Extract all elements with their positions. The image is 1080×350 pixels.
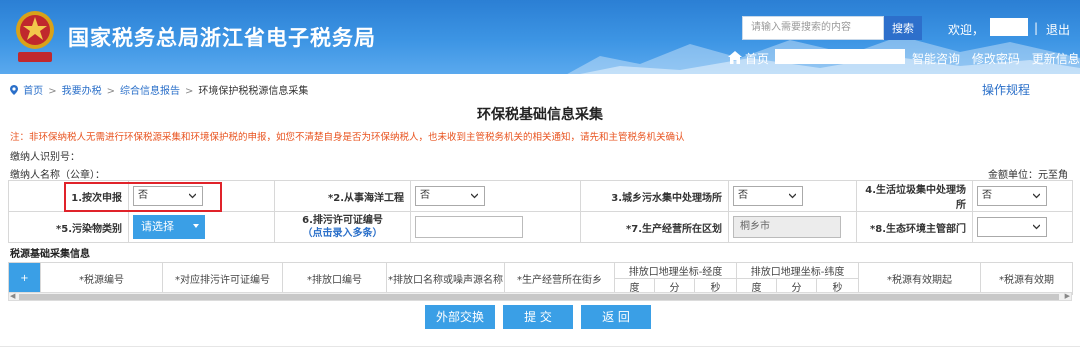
- home-icon: [728, 51, 742, 64]
- site-title: 国家税务总局浙江省电子税务局: [68, 26, 376, 50]
- header-separator: |: [1034, 21, 1039, 35]
- submit-button[interactable]: 提 交: [503, 305, 573, 329]
- search-button[interactable]: 搜索: [884, 16, 922, 40]
- permit-multi-entry-link[interactable]: （点击录入多条）: [303, 228, 383, 239]
- pollutant-type-select[interactable]: 请选择: [133, 215, 205, 239]
- permit-number-input[interactable]: [415, 216, 523, 238]
- col-valid-to: *税源有效期: [980, 262, 1074, 295]
- username-masked: [990, 18, 1028, 36]
- col-permit-no: *对应排污许可证编号: [162, 262, 283, 295]
- footer-divider: [0, 346, 1080, 347]
- col-outlet-name: *排放口名称或噪声源名称: [386, 262, 505, 295]
- breadcrumb-home[interactable]: 首页: [23, 86, 43, 97]
- scroll-right-icon[interactable]: ▶: [1065, 293, 1070, 300]
- marine-engineering-label: *2.从事海洋工程: [274, 180, 411, 212]
- taxpayer-id-label: 缴纳人识别号：: [10, 152, 80, 163]
- taxpayer-name-label: 缴纳人名称（公章）：: [10, 170, 105, 181]
- site-header: 国家税务总局浙江省电子税务局 请输入需要搜索的内容 搜索 欢迎， | 退出 首页…: [0, 0, 1080, 74]
- logout-link[interactable]: 退出: [1046, 21, 1070, 38]
- update-info-link[interactable]: 更新信息: [1032, 52, 1080, 66]
- location-pin-icon: [10, 85, 18, 95]
- smart-consult-link[interactable]: 智能咨询: [912, 52, 960, 66]
- scroll-thumb[interactable]: [19, 294, 1059, 300]
- search-input[interactable]: 请输入需要搜索的内容: [742, 16, 884, 40]
- breadcrumb-arrow: >: [184, 86, 194, 97]
- col-outlet-no: *排放口编号: [282, 262, 387, 295]
- breadcrumb-report[interactable]: 综合信息报告: [120, 86, 180, 97]
- col-street: *生产经营所在街乡: [504, 262, 615, 295]
- permit-number-label: 6.排污许可证编号 （点击录入多条）: [274, 211, 411, 243]
- col-valid-from: *税源有效期起: [858, 262, 982, 295]
- operation-guide-link[interactable]: 操作规程: [982, 81, 1030, 98]
- sewage-plant-select[interactable]: 否: [733, 186, 803, 206]
- eco-authority-select[interactable]: [977, 217, 1047, 237]
- col-source-id: *税源编号: [40, 262, 163, 295]
- tax-emblem-icon: [16, 11, 54, 62]
- breadcrumb-current: 环境保护税税源信息采集: [198, 86, 309, 97]
- col-longitude: 排放口地理坐标-经度: [613, 262, 738, 279]
- amount-unit: 金额单位：元至角: [988, 170, 1068, 181]
- sewage-plant-label: 3.城乡污水集中处理场所: [580, 180, 729, 212]
- col-latitude: 排放口地理坐标-纬度: [736, 262, 860, 279]
- notice-text: 注：非环保纳税人无需进行环保税源采集和环境保护税的申报，如您不清楚自身是否为环保…: [10, 132, 685, 143]
- chevron-down-icon: [471, 193, 478, 199]
- header-nav: 智能咨询 修改密码 更新信息: [912, 50, 1080, 67]
- back-button[interactable]: 返 回: [581, 305, 651, 329]
- breadcrumb-tax-handling[interactable]: 我要办税: [62, 86, 102, 97]
- welcome-text: 欢迎，: [948, 23, 985, 37]
- district-input: 桐乡市: [733, 216, 841, 238]
- eco-authority-label: *8.生态环境主管部门: [856, 211, 973, 243]
- scroll-left-icon[interactable]: ◀: [10, 293, 15, 300]
- highlight-box: [64, 182, 222, 212]
- add-row-button[interactable]: +: [8, 262, 41, 295]
- breadcrumb-arrow: >: [106, 86, 115, 97]
- chevron-down-icon: [1033, 193, 1040, 199]
- chevron-down-icon: [789, 193, 796, 199]
- marine-engineering-select[interactable]: 否: [415, 186, 485, 206]
- garbage-plant-label: 4.生活垃圾集中处理场所: [856, 180, 973, 212]
- pollutant-type-label: *5.污染物类别: [8, 211, 129, 243]
- page-title: 环保税基础信息采集: [477, 107, 603, 123]
- home-link[interactable]: 首页: [745, 50, 769, 67]
- chevron-down-icon: [1033, 224, 1040, 230]
- change-password-link[interactable]: 修改密码: [972, 52, 1020, 66]
- breadcrumb: 首页 > 我要办税 > 综合信息报告 > 环境保护税税源信息采集: [10, 82, 308, 97]
- external-exchange-button[interactable]: 外部交换: [425, 305, 495, 329]
- garbage-plant-select[interactable]: 否: [977, 186, 1047, 206]
- breadcrumb-arrow: >: [48, 86, 57, 97]
- tax-source-grid: + *税源编号 *对应排污许可证编号 *排放口编号 *排放口名称或噪声源名称 *…: [8, 262, 1074, 295]
- section-title: 税源基础采集信息: [10, 249, 90, 260]
- district-label: *7.生产经营所在区划: [580, 211, 729, 243]
- caret-down-icon: [193, 224, 199, 228]
- masked-company-name: [775, 49, 905, 64]
- horizontal-scrollbar[interactable]: ◀ ▶: [8, 292, 1072, 301]
